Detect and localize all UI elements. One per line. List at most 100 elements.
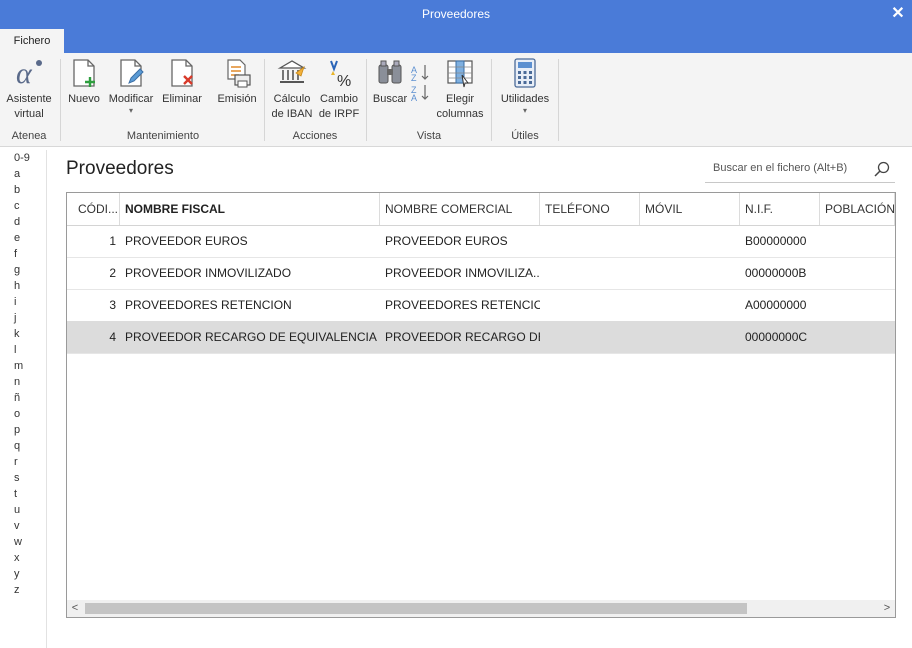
alphabet-letter[interactable]: g [0,262,46,278]
table-cell-nombre-comercial: PROVEEDOR RECARGO DE ... [385,330,540,344]
chevron-down-icon: ▾ [128,106,133,115]
table-cell-poblacion [820,257,895,289]
calculo-iban-label-2: de IBAN [271,108,313,120]
scrollbar-thumb[interactable] [85,603,747,614]
column-header[interactable]: MÓVIL [640,193,740,225]
table-row[interactable]: 2 PROVEEDOR INMOVILIZADO PROVEEDOR INMOVIL… [67,257,895,290]
column-header[interactable]: CÓDI... [67,193,120,225]
alphabet-letter[interactable]: x [0,550,46,566]
cambio-irpf-label-2: de IRPF [318,108,360,120]
alphabet-letter[interactable]: d [0,214,46,230]
table-cell-telefono [540,225,640,257]
table-cell-nombre-comercial: PROVEEDOR INMOVILIZA... [385,266,540,280]
table-cell-nombre-comercial: PROVEEDOR EUROS [385,234,508,248]
asistente-label-1: Asistente [6,93,52,105]
close-icon[interactable]: ✕ [890,3,906,23]
cambio-irpf-button[interactable]: % Cambio de IRPF [317,57,361,122]
group-separator [264,59,265,141]
column-header[interactable]: POBLACIÓN [820,193,895,225]
edit-document-icon [120,59,144,87]
alphabet-letter[interactable]: j [0,310,46,326]
alphabet-letter[interactable]: i [0,294,46,310]
eliminar-button[interactable]: Eliminar [160,57,204,107]
nuevo-button[interactable]: Nuevo [66,57,102,107]
table-cell-nif: 00000000C [745,330,808,344]
binoculars-icon [378,60,402,84]
alphabet-letter[interactable]: n [0,374,46,390]
scroll-right-icon[interactable]: > [879,600,895,617]
table-cell-poblacion [820,289,895,321]
alphabet-letter[interactable]: z [0,582,46,598]
table-cell-nif: A00000000 [745,298,807,312]
alphabet-letter[interactable]: t [0,486,46,502]
delete-document-icon [171,59,193,87]
group-vista-label: Vista [416,130,442,142]
calculo-iban-button[interactable]: Cálculo de IBAN [270,57,314,122]
table-row[interactable]: 3 PROVEEDORES RETENCION PROVEEDORES RETENC… [67,289,895,322]
calculator-icon [514,58,536,88]
table-row[interactable]: 1 PROVEEDOR EUROS PROVEEDOR EUROS B00000000 [67,225,895,258]
alphabet-index: 0-9 a b c d e f g h i j k l m n ñ o p q r s t u v w x y z [0,150,47,648]
page-title: Proveedores [66,158,174,179]
alphabet-letter[interactable]: q [0,438,46,454]
svg-text:α: α [16,57,33,89]
alphabet-letter[interactable]: a [0,166,46,182]
alphabet-letter[interactable]: l [0,342,46,358]
alphabet-letter[interactable]: m [0,358,46,374]
alphabet-letter[interactable]: p [0,422,46,438]
horizontal-scrollbar[interactable]: < > [67,600,895,617]
group-utiles-label: Útiles [511,130,539,142]
table-row[interactable]: 4 PROVEEDOR RECARGO DE EQUIVALENCIA PROVEE… [67,321,895,354]
alphabet-letter[interactable]: c [0,198,46,214]
column-header[interactable]: N.I.F. [740,193,820,225]
alphabet-letter[interactable]: u [0,502,46,518]
alphabet-letter[interactable]: r [0,454,46,470]
asistente-virtual-button[interactable]: α Asistente virtual [4,57,54,122]
column-header[interactable]: TELÉFONO [540,193,640,225]
elegir-label-1: Elegir [445,93,475,105]
alphabet-letter[interactable]: w [0,534,46,550]
table-cell-nombre-fiscal: PROVEEDOR RECARGO DE EQUIVALENCIA [125,330,377,344]
table-cell-movil [640,257,740,289]
alphabet-letter[interactable]: b [0,182,46,198]
alphabet-letter[interactable]: ñ [0,390,46,406]
table-cell-codigo: 4 [109,330,116,344]
alphabet-letter[interactable]: e [0,230,46,246]
tab-fichero[interactable]: Fichero [0,29,64,53]
table-header: CÓDI... NOMBRE FISCAL NOMBRE COMERCIAL TELÉ… [67,193,895,226]
buscar-button[interactable]: Buscar [371,57,409,107]
search-input[interactable] [711,161,875,175]
alphabet-letter[interactable]: f [0,246,46,262]
table-cell-movil [640,225,740,257]
cambio-irpf-label-1: Cambio [320,93,358,105]
column-header[interactable]: NOMBRE FISCAL [120,193,380,225]
column-header[interactable]: NOMBRE COMERCIAL [380,193,540,225]
alphabet-letter[interactable]: o [0,406,46,422]
alphabet-letter[interactable]: y [0,566,46,582]
group-separator [366,59,367,141]
alphabet-letter[interactable]: h [0,278,46,294]
alphabet-letter[interactable]: k [0,326,46,342]
atenea-alpha-icon: α [16,57,42,89]
alphabet-letter[interactable]: v [0,518,46,534]
alphabet-letter[interactable]: 0-9 [0,150,46,166]
window-title: Proveedores [421,7,491,21]
table-cell-movil [640,289,740,321]
alphabet-letter[interactable]: s [0,470,46,486]
table-cell-poblacion [820,321,895,353]
elegir-columnas-button[interactable]: Elegir columnas [434,57,486,122]
sort-button[interactable]: A Z Z A [410,57,432,106]
table-cell-telefono [540,257,640,289]
print-icon [227,59,251,88]
scroll-left-icon[interactable]: < [67,600,83,617]
emision-label: Emisión [217,93,257,105]
emision-button[interactable]: Emisión [215,57,259,107]
search-box [705,156,895,183]
modificar-button[interactable]: Modificar ▾ [105,57,157,115]
utilidades-button[interactable]: Utilidades ▾ [497,57,553,115]
table-cell-movil [640,321,740,353]
search-icon[interactable] [873,160,891,178]
eliminar-label: Eliminar [162,93,202,105]
new-document-icon [73,59,95,87]
suppliers-table: CÓDI... NOMBRE FISCAL NOMBRE COMERCIAL TELÉ… [66,192,896,618]
